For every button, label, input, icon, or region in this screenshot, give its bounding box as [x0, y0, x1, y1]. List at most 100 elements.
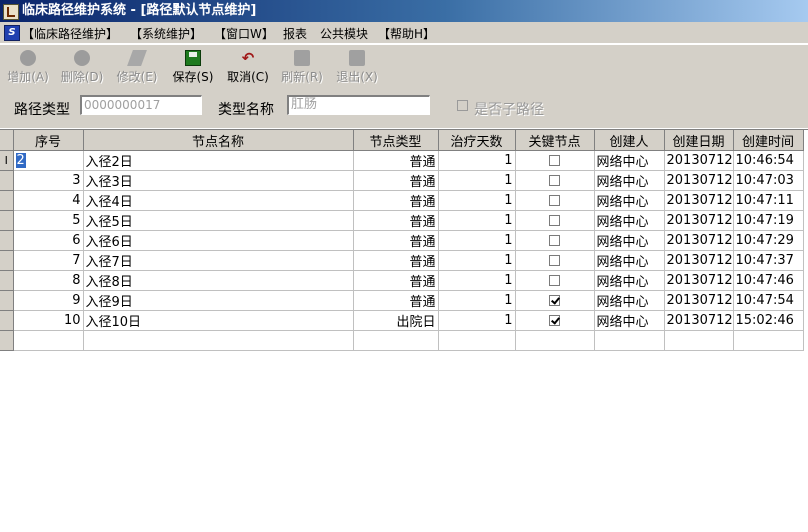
header-key-node[interactable]: 关键节点 — [515, 130, 595, 151]
cell-creator[interactable]: 网络中心 — [594, 290, 665, 311]
delete-button[interactable]: 删除(D) — [57, 47, 107, 85]
cell-node-name[interactable]: 入径9日 — [83, 290, 354, 311]
header-create-date[interactable]: 创建日期 — [664, 130, 734, 151]
menu-system-maint[interactable]: 【系统维护】 — [130, 25, 202, 42]
cell-node-type[interactable]: 普通 — [353, 250, 439, 271]
cell-treat-days[interactable]: 1 — [438, 150, 516, 171]
cell-treat-days[interactable]: 1 — [438, 310, 516, 331]
menu-window[interactable]: 【窗口W】 — [214, 25, 274, 42]
cell-creator[interactable]: 网络中心 — [594, 150, 665, 171]
cell-key-node[interactable] — [515, 190, 595, 211]
cell-node-type[interactable]: 出院日 — [353, 310, 439, 331]
cell-create-date[interactable]: 20130712 — [664, 230, 734, 251]
cell-creator[interactable]: 网络中心 — [594, 210, 665, 231]
cell-node-name[interactable]: 入径10日 — [83, 310, 354, 331]
node-grid[interactable]: 序号 节点名称 节点类型 治疗天数 关键节点 创建人 创建日期 创建时间 I2 入… — [0, 129, 808, 351]
cell-create-date[interactable]: 20130712 — [664, 170, 734, 191]
cell-create-time[interactable]: 10:47:37 — [733, 250, 804, 271]
key-node-checkbox[interactable] — [549, 195, 560, 206]
is-sub-path-checkbox[interactable] — [457, 100, 468, 111]
cell-seq[interactable]: 4 — [13, 190, 84, 211]
table-row[interactable]: 6 入径6日 普通 1 网络中心 20130712 10:47:29 — [0, 230, 804, 251]
cell-node-type[interactable]: 普通 — [353, 210, 439, 231]
cell-create-date[interactable]: 20130712 — [664, 150, 734, 171]
cell-treat-days[interactable]: 1 — [438, 250, 516, 271]
cell-seq[interactable]: 10 — [13, 310, 84, 331]
cell-create-date[interactable]: 20130712 — [664, 310, 734, 331]
exit-button[interactable]: 退出(X) — [332, 47, 382, 85]
row-header[interactable] — [0, 210, 14, 231]
key-node-checkbox[interactable] — [549, 155, 560, 166]
key-node-checkbox[interactable] — [549, 235, 560, 246]
cell-node-name[interactable]: 入径2日 — [83, 150, 354, 171]
cell-node-type[interactable]: 普通 — [353, 290, 439, 311]
key-node-checkbox[interactable] — [549, 275, 560, 286]
cell-treat-days[interactable]: 1 — [438, 190, 516, 211]
cell-node-name[interactable]: 入径8日 — [83, 270, 354, 291]
cell-treat-days[interactable]: 1 — [438, 290, 516, 311]
cell-seq[interactable]: 9 — [13, 290, 84, 311]
row-header[interactable]: I — [0, 150, 14, 171]
mdi-system-menu-icon[interactable]: S — [4, 25, 20, 41]
refresh-button[interactable]: 刷新(R) — [277, 47, 327, 85]
add-button[interactable]: 增加(A) — [3, 47, 53, 85]
cell-seq[interactable]: 5 — [13, 210, 84, 231]
row-header[interactable] — [0, 290, 14, 311]
cell-creator[interactable]: 网络中心 — [594, 250, 665, 271]
cell-creator[interactable]: 网络中心 — [594, 190, 665, 211]
save-button[interactable]: 保存(S) — [168, 47, 218, 85]
menu-common-modules[interactable]: 公共模块 — [320, 25, 368, 42]
cell-seq[interactable]: 6 — [13, 230, 84, 251]
cell-create-time[interactable]: 10:46:54 — [733, 150, 804, 171]
cell-seq[interactable]: 3 — [13, 170, 84, 191]
table-row[interactable]: 4 入径4日 普通 1 网络中心 20130712 10:47:11 — [0, 190, 804, 211]
cell-key-node[interactable] — [515, 250, 595, 271]
cell-create-time[interactable]: 10:47:03 — [733, 170, 804, 191]
cell-node-name[interactable]: 入径7日 — [83, 250, 354, 271]
menu-reports[interactable]: 报表 — [283, 25, 307, 42]
cell-treat-days[interactable]: 1 — [438, 210, 516, 231]
cell-node-type[interactable]: 普通 — [353, 150, 439, 171]
cell-key-node[interactable] — [515, 150, 595, 171]
cell-creator[interactable]: 网络中心 — [594, 170, 665, 191]
cell-key-node[interactable] — [515, 270, 595, 291]
cell-creator[interactable]: 网络中心 — [594, 230, 665, 251]
path-type-field[interactable]: 0000000017 — [80, 95, 202, 115]
cell-create-time[interactable]: 10:47:19 — [733, 210, 804, 231]
table-row[interactable]: 10 入径10日 出院日 1 网络中心 20130712 15:02:46 — [0, 310, 804, 331]
cell-node-name[interactable]: 入径5日 — [83, 210, 354, 231]
cell-create-time[interactable]: 10:47:54 — [733, 290, 804, 311]
cell-seq-selected-text[interactable]: 2 — [15, 153, 26, 168]
key-node-checkbox[interactable] — [549, 315, 560, 326]
table-row[interactable]: 9 入径9日 普通 1 网络中心 20130712 10:47:54 — [0, 290, 804, 311]
cell-create-date[interactable]: 20130712 — [664, 290, 734, 311]
menu-help[interactable]: 【帮助H】 — [378, 25, 435, 42]
cell-treat-days[interactable]: 1 — [438, 230, 516, 251]
row-header[interactable] — [0, 310, 14, 331]
cell-node-name[interactable]: 入径4日 — [83, 190, 354, 211]
key-node-checkbox[interactable] — [549, 175, 560, 186]
cell-seq[interactable]: 7 — [13, 250, 84, 271]
table-row[interactable]: 5 入径5日 普通 1 网络中心 20130712 10:47:19 — [0, 210, 804, 231]
cell-seq[interactable]: 2 — [13, 150, 84, 171]
cell-key-node[interactable] — [515, 310, 595, 331]
cell-create-time[interactable]: 10:47:11 — [733, 190, 804, 211]
header-create-time[interactable]: 创建时间 — [733, 130, 804, 151]
header-node-name[interactable]: 节点名称 — [83, 130, 354, 151]
row-header[interactable] — [0, 270, 14, 291]
header-seq[interactable]: 序号 — [13, 130, 84, 151]
menu-clinical-path[interactable]: 【临床路径维护】 — [22, 25, 118, 42]
cell-key-node[interactable] — [515, 210, 595, 231]
table-row[interactable]: 8 入径8日 普通 1 网络中心 20130712 10:47:46 — [0, 270, 804, 291]
cell-node-type[interactable]: 普通 — [353, 270, 439, 291]
row-header[interactable] — [0, 250, 14, 271]
row-header[interactable] — [0, 170, 14, 191]
cell-create-date[interactable]: 20130712 — [664, 210, 734, 231]
key-node-checkbox[interactable] — [549, 255, 560, 266]
cell-node-type[interactable]: 普通 — [353, 230, 439, 251]
cell-create-date[interactable]: 20130712 — [664, 250, 734, 271]
cell-key-node[interactable] — [515, 170, 595, 191]
type-name-field[interactable]: 肛肠 — [287, 95, 430, 115]
cell-create-time[interactable]: 10:47:46 — [733, 270, 804, 291]
table-row[interactable]: 3 入径3日 普通 1 网络中心 20130712 10:47:03 — [0, 170, 804, 191]
